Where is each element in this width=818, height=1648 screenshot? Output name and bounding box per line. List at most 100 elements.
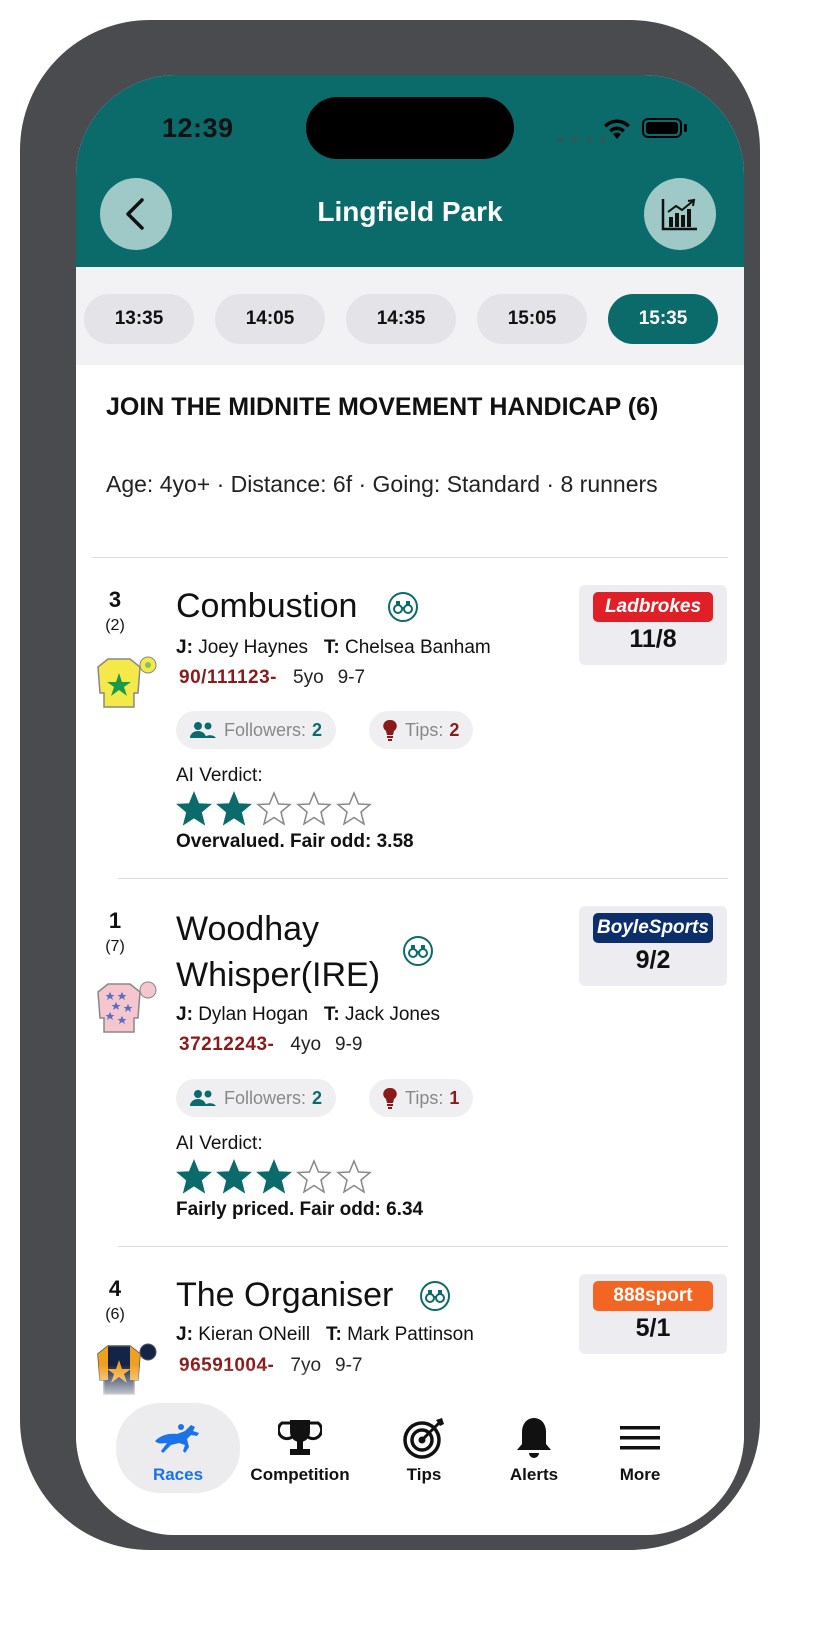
ai-verdict-label: AI Verdict: — [176, 1133, 263, 1154]
odds-button[interactable]: Ladbrokes 11/8 — [579, 585, 727, 665]
binoculars-icon[interactable] — [420, 1281, 450, 1311]
bookmaker-logo: Ladbrokes — [593, 592, 713, 622]
target-icon — [402, 1415, 446, 1461]
header-bar: 12:39 ● ● ● ● Lingfield Park — [76, 75, 744, 267]
tips-count: 1 — [449, 1087, 460, 1108]
runner-form: 90/111123- 5yo 9-7 — [179, 667, 365, 689]
runner-weight: 9-7 — [337, 667, 366, 688]
time-tab[interactable]: 13:35 — [84, 294, 194, 344]
odds-button[interactable]: 888sport 5/1 — [579, 1274, 727, 1354]
star-filled-icon — [176, 1159, 212, 1194]
jockey-trainer: J: Joey Haynes T: Chelsea Banham — [176, 637, 491, 658]
tab-tips[interactable]: Tips — [362, 1403, 486, 1493]
runner-weight: 9-9 — [335, 1034, 363, 1055]
tab-label: Competition — [250, 1465, 350, 1484]
menu-icon — [620, 1415, 660, 1461]
bookmaker-logo: 888sport — [593, 1281, 713, 1311]
runner-age: 5yo — [293, 667, 324, 688]
rating-stars — [176, 1159, 372, 1195]
time-tab[interactable]: 14:05 — [215, 294, 325, 344]
tips-chip[interactable]: Tips: 1 — [369, 1079, 474, 1117]
runner-number: 1 — [108, 908, 122, 933]
star-filled-icon — [216, 1159, 252, 1194]
runner-name[interactable]: Woodhay Whisper(IRE) — [176, 906, 406, 998]
people-icon — [190, 721, 216, 739]
jockey-trainer: J: Kieran ONeill T: Mark Pattinson — [176, 1324, 474, 1345]
wifi-icon — [604, 119, 630, 139]
chart-icon — [661, 198, 697, 231]
device-frame: 12:39 ● ● ● ● Lingfield Park 13:35 14:05… — [20, 20, 760, 1550]
star-empty-icon — [336, 791, 372, 826]
tab-label: Races — [152, 1465, 204, 1484]
lightbulb-icon — [383, 1087, 397, 1109]
tab-competition[interactable]: Competition — [238, 1403, 362, 1493]
people-icon — [190, 1089, 216, 1107]
runner-name[interactable]: The Organiser — [176, 1272, 393, 1318]
tab-label: Alerts — [509, 1465, 559, 1484]
followers-chip[interactable]: Followers: 2 — [176, 1079, 337, 1117]
trainer-name: Chelsea Banham — [344, 637, 491, 658]
runner-age: 4yo — [290, 1034, 322, 1055]
horse-racing-icon — [151, 1415, 205, 1461]
jockey-trainer: J: Dylan Hogan T: Jack Jones — [176, 1004, 441, 1025]
time-tab[interactable]: 14:35 — [346, 294, 456, 344]
time-tab-active[interactable]: 15:35 — [608, 294, 718, 344]
tab-label: Tips — [406, 1465, 442, 1484]
battery-icon — [642, 118, 682, 138]
odds-value: 5/1 — [635, 1314, 671, 1342]
binoculars-icon[interactable] — [388, 592, 418, 622]
bottom-tab-bar: Races Competition Tips Alerts More — [76, 1395, 744, 1535]
jockey-name: Kieran ONeill — [198, 1324, 311, 1345]
star-filled-icon — [256, 1159, 292, 1194]
runner-draw: (6) — [105, 1306, 125, 1323]
divider — [92, 557, 728, 558]
trophy-icon — [278, 1415, 322, 1461]
rating-stars — [176, 791, 372, 827]
runner-name[interactable]: Combustion — [176, 583, 357, 629]
jockey-name: Dylan Hogan — [198, 1004, 309, 1025]
star-empty-icon — [256, 791, 292, 826]
followers-count: 2 — [312, 1087, 323, 1108]
trainer-name: Jack Jones — [344, 1004, 441, 1025]
star-empty-icon — [296, 1159, 332, 1194]
tab-races[interactable]: Races — [116, 1403, 240, 1493]
jockey-name: Joey Haynes — [198, 637, 309, 658]
race-title: JOIN THE MIDNITE MOVEMENT HANDICAP (6) — [106, 393, 659, 421]
form-figures: 37212243- — [179, 1034, 275, 1055]
trainer-name: Mark Pattinson — [347, 1324, 474, 1345]
runner-number: 3 — [108, 587, 122, 612]
status-time: 12:39 — [162, 113, 234, 143]
tips-chip[interactable]: Tips: 2 — [369, 711, 474, 749]
jockey-silks-icon — [97, 981, 157, 1033]
runner-number: 4 — [108, 1276, 122, 1301]
runner-form: 37212243- 4yo 9-9 — [179, 1034, 362, 1056]
app-screen: 12:39 ● ● ● ● Lingfield Park 13:35 14:05… — [76, 75, 744, 1535]
bookmaker-logo: BoyleSports — [593, 913, 713, 943]
followers-chip[interactable]: Followers: 2 — [176, 711, 337, 749]
star-filled-icon — [176, 791, 212, 826]
race-meta: Age: 4yo+ · Distance: 6f · Going: Standa… — [106, 471, 658, 497]
divider — [118, 878, 728, 879]
runner-draw: (7) — [105, 938, 125, 955]
divider — [118, 1246, 728, 1247]
dynamic-island — [306, 97, 514, 159]
star-filled-icon — [216, 791, 252, 826]
verdict-text: Overvalued. Fair odd: 3.58 — [176, 831, 414, 852]
tab-label: More — [619, 1465, 661, 1484]
odds-button[interactable]: BoyleSports 9/2 — [579, 906, 727, 986]
stats-button[interactable] — [644, 178, 716, 250]
status-icons: ● ● ● ● — [556, 115, 706, 147]
followers-count: 2 — [312, 719, 323, 740]
time-tab[interactable]: 15:05 — [477, 294, 587, 344]
runner-draw: (2) — [105, 617, 125, 634]
signal-icon: ● ● ● ● — [556, 131, 609, 147]
bell-icon — [514, 1415, 554, 1461]
lightbulb-icon — [383, 719, 397, 741]
odds-value: 9/2 — [635, 946, 671, 974]
race-time-selector: 13:35 14:05 14:35 15:05 15:35 — [76, 267, 744, 365]
tab-more[interactable]: More — [578, 1403, 702, 1493]
jockey-silks-icon — [97, 656, 157, 708]
star-empty-icon — [296, 791, 332, 826]
binoculars-icon[interactable] — [403, 936, 433, 966]
verdict-text: Fairly priced. Fair odd: 6.34 — [176, 1199, 424, 1220]
